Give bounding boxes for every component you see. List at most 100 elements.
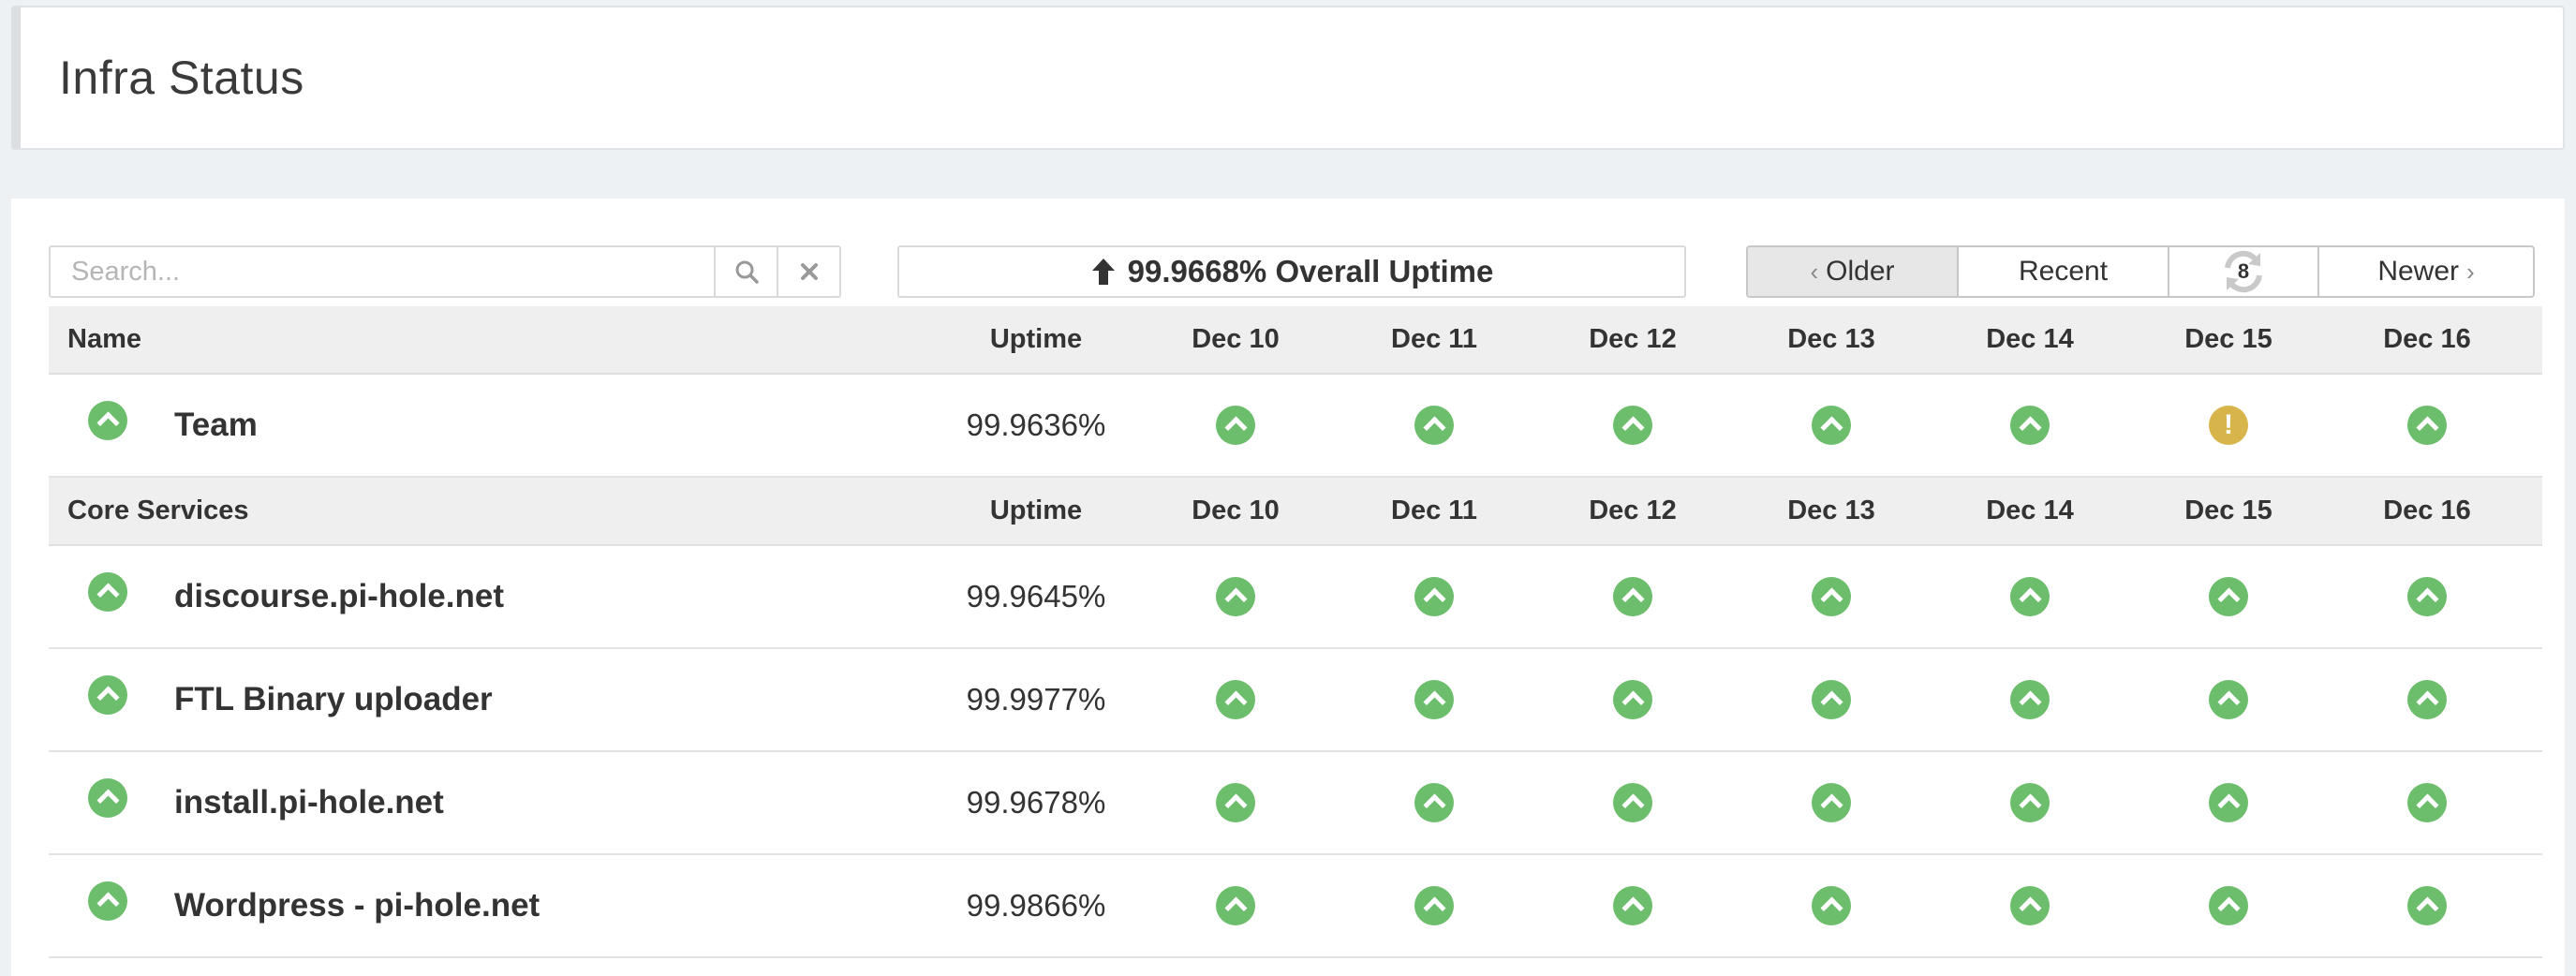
chevron-up-circle-icon bbox=[1414, 783, 1454, 822]
chevron-up-circle-icon bbox=[88, 401, 127, 440]
day-status-cell[interactable] bbox=[1946, 649, 2114, 750]
monitor-row[interactable]: install.pi-hole.net 99.9678% bbox=[49, 752, 2542, 855]
day-status-cell[interactable] bbox=[1946, 546, 2114, 647]
chevron-up-circle-icon bbox=[2010, 406, 2050, 445]
day-status-cell[interactable] bbox=[1151, 375, 1320, 476]
chevron-up-circle-icon bbox=[2010, 577, 2050, 616]
day-column-header: Dec 12 bbox=[1589, 495, 1677, 525]
monitor-uptime: 99.9977% bbox=[966, 682, 1106, 717]
day-status-cell[interactable] bbox=[2144, 546, 2313, 647]
day-status-cell[interactable] bbox=[1350, 855, 1518, 956]
day-status-cell[interactable] bbox=[2343, 752, 2511, 853]
day-status-cell[interactable] bbox=[1350, 752, 1518, 853]
day-status-cell[interactable] bbox=[1747, 375, 1916, 476]
day-status-cell[interactable] bbox=[1946, 752, 2114, 853]
day-status-cell[interactable] bbox=[2343, 649, 2511, 750]
chevron-up-circle-icon bbox=[2407, 577, 2447, 616]
day-status-cell[interactable] bbox=[2343, 375, 2511, 476]
status-panel: 99.9668% Overall Uptime ‹ Older Recent 8… bbox=[11, 199, 2565, 976]
day-status-cell[interactable] bbox=[1548, 752, 1717, 853]
day-column-header: Dec 16 bbox=[2383, 324, 2471, 354]
day-status-cell[interactable] bbox=[2144, 752, 2313, 853]
chevron-up-circle-icon bbox=[88, 881, 127, 921]
day-column-header: Dec 15 bbox=[2184, 324, 2273, 354]
day-status-cell[interactable]: ! bbox=[2144, 375, 2313, 476]
chevron-up-circle-icon bbox=[1216, 577, 1255, 616]
group-name: Core Services bbox=[67, 495, 249, 525]
monitor-row[interactable]: Wordpress - pi-hole.net 99.9866% bbox=[49, 855, 2542, 958]
chevron-up-circle-icon bbox=[1613, 886, 1652, 925]
day-status-cell[interactable] bbox=[1946, 855, 2114, 956]
older-button[interactable]: ‹ Older bbox=[1748, 247, 1959, 296]
chevron-up-circle-icon bbox=[1812, 783, 1851, 822]
arrow-up-icon bbox=[1091, 259, 1115, 285]
day-column-header: Dec 10 bbox=[1192, 495, 1280, 525]
monitor-name[interactable]: discourse.pi-hole.net bbox=[174, 546, 504, 647]
day-status-cell[interactable] bbox=[1151, 855, 1320, 956]
clear-search-button[interactable] bbox=[777, 247, 839, 296]
monitor-row[interactable]: Team 99.9636%! bbox=[49, 375, 2542, 478]
day-status-cell[interactable] bbox=[1747, 752, 1916, 853]
newer-button[interactable]: Newer › bbox=[2319, 247, 2533, 296]
day-status-cell[interactable] bbox=[1151, 752, 1320, 853]
day-status-cell[interactable] bbox=[1548, 649, 1717, 750]
chevron-up-circle-icon bbox=[2010, 680, 2050, 719]
monitor-name[interactable]: Team bbox=[174, 375, 258, 476]
monitor-row[interactable]: discourse.pi-hole.net 99.9645% bbox=[49, 546, 2542, 649]
chevron-up-circle-icon bbox=[2209, 886, 2248, 925]
day-status-cell[interactable] bbox=[2144, 855, 2313, 956]
monitor-status bbox=[88, 881, 127, 925]
day-status-cell[interactable] bbox=[1548, 855, 1717, 956]
monitor-row[interactable]: FTL Binary uploader 99.9977% bbox=[49, 649, 2542, 752]
recent-label: Recent bbox=[2018, 256, 2109, 287]
chevron-up-circle-icon bbox=[2010, 783, 2050, 822]
chevron-up-circle-icon bbox=[88, 778, 127, 818]
search-button[interactable] bbox=[714, 247, 777, 296]
monitor-status bbox=[88, 572, 127, 616]
chevron-up-circle-icon bbox=[1414, 406, 1454, 445]
day-status-cell[interactable] bbox=[1350, 649, 1518, 750]
day-status-cell[interactable] bbox=[2343, 546, 2511, 647]
day-status-cell[interactable] bbox=[1151, 546, 1320, 647]
monitor-name[interactable]: Wordpress - pi-hole.net bbox=[174, 855, 540, 956]
chevron-up-circle-icon bbox=[2209, 577, 2248, 616]
overall-uptime-text: 99.9668% Overall Uptime bbox=[1127, 254, 1494, 288]
chevron-up-circle-icon bbox=[1812, 886, 1851, 925]
monitor-name[interactable]: install.pi-hole.net bbox=[174, 752, 444, 853]
day-column-header: Dec 11 bbox=[1391, 495, 1477, 525]
day-status-cell[interactable] bbox=[1747, 649, 1916, 750]
chevron-up-circle-icon bbox=[1812, 406, 1851, 445]
chevron-up-circle-icon bbox=[1613, 406, 1652, 445]
monitor-name[interactable]: FTL Binary uploader bbox=[174, 649, 493, 750]
chevron-up-circle-icon bbox=[1613, 680, 1652, 719]
monitor-uptime: 99.9678% bbox=[966, 785, 1106, 820]
search-input[interactable] bbox=[51, 247, 714, 296]
chevron-up-circle-icon bbox=[2407, 886, 2447, 925]
monitor-uptime: 99.9636% bbox=[966, 407, 1106, 442]
day-status-cell[interactable] bbox=[1747, 855, 1916, 956]
day-status-cell[interactable] bbox=[1350, 546, 1518, 647]
day-status-cell[interactable] bbox=[1350, 375, 1518, 476]
day-status-cell[interactable] bbox=[2343, 855, 2511, 956]
date-navigation: ‹ Older Recent 8 Newer › bbox=[1746, 245, 2535, 298]
day-status-cell[interactable] bbox=[1747, 546, 1916, 647]
day-column-header: Dec 11 bbox=[1391, 324, 1477, 354]
chevron-up-circle-icon bbox=[2209, 680, 2248, 719]
refresh-button[interactable]: 8 bbox=[2169, 247, 2319, 296]
monitor-status bbox=[88, 778, 127, 822]
day-status-cell[interactable] bbox=[1548, 546, 1717, 647]
group-header: Core Services Uptime Dec 10 Dec 11 Dec 12 Dec… bbox=[49, 478, 2542, 546]
chevron-up-circle-icon bbox=[2010, 886, 2050, 925]
recent-button[interactable]: Recent bbox=[1959, 247, 2169, 296]
chevron-up-circle-icon bbox=[2407, 783, 2447, 822]
chevron-up-circle-icon bbox=[2407, 406, 2447, 445]
day-status-cell[interactable] bbox=[1946, 375, 2114, 476]
day-status-cell[interactable] bbox=[1548, 375, 1717, 476]
monitor-status bbox=[88, 675, 127, 719]
day-status-cell[interactable] bbox=[2144, 649, 2313, 750]
group-header: Name Uptime Dec 10 Dec 11 Dec 12 Dec 13 Dec 14… bbox=[49, 306, 2542, 375]
day-column-header: Dec 15 bbox=[2184, 495, 2273, 525]
day-status-cell[interactable] bbox=[1151, 649, 1320, 750]
chevron-up-circle-icon bbox=[1414, 577, 1454, 616]
day-column-header: Dec 16 bbox=[2383, 495, 2471, 525]
